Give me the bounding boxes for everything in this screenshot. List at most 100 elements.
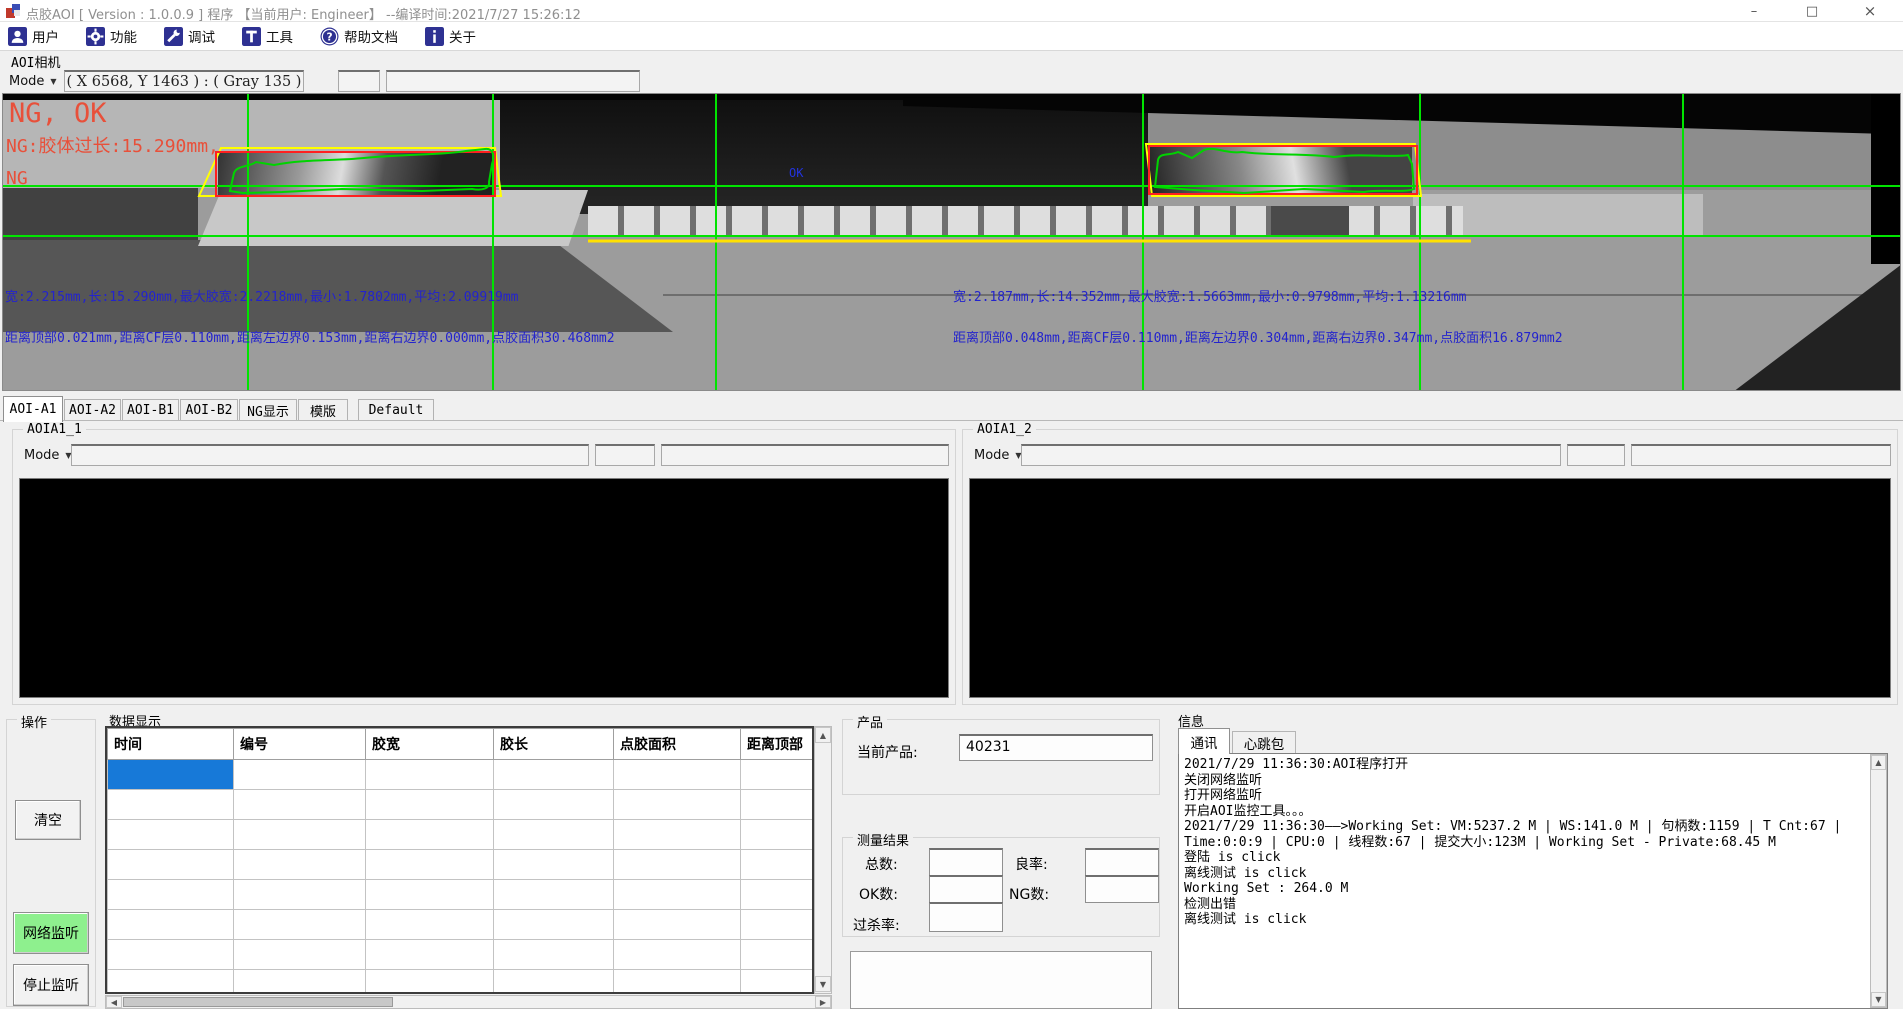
table-cell[interactable] [234, 970, 366, 995]
table-cell[interactable] [741, 970, 813, 995]
table-cell[interactable] [494, 820, 614, 850]
table-cell[interactable] [108, 850, 234, 880]
scroll-up-icon[interactable]: ▲ [1871, 755, 1886, 770]
tab-aoi-b1[interactable]: AOI-B1 [122, 399, 179, 421]
table-cell[interactable] [494, 760, 614, 790]
table-cell[interactable] [741, 790, 813, 820]
tab-comms[interactable]: 通讯 [1178, 728, 1230, 754]
log-scrollbar[interactable]: ▲ ▼ [1870, 754, 1887, 1008]
current-product-label: 当前产品: [857, 742, 918, 762]
toolbar-item-user[interactable]: 用户 [8, 26, 59, 46]
scroll-left-icon[interactable]: ◀ [106, 996, 122, 1008]
table-cell[interactable] [108, 910, 234, 940]
table-cell[interactable] [108, 940, 234, 970]
table-cell[interactable] [741, 940, 813, 970]
table-cell[interactable] [614, 970, 741, 995]
selected-cell[interactable] [108, 760, 234, 790]
table-cell[interactable] [614, 880, 741, 910]
table-cell[interactable] [741, 760, 813, 790]
table-cell[interactable] [614, 910, 741, 940]
table-cell[interactable] [494, 880, 614, 910]
table-cell[interactable] [614, 940, 741, 970]
tab-default[interactable]: Default [358, 399, 434, 421]
wrench-icon [164, 27, 183, 46]
table-cell[interactable] [108, 790, 234, 820]
current-product-field[interactable]: 40231 [959, 734, 1153, 761]
column-header[interactable]: 点胶面积 [614, 729, 741, 760]
table-cell[interactable] [234, 790, 366, 820]
table-cell[interactable] [366, 850, 494, 880]
table-cell[interactable] [366, 820, 494, 850]
table-cell[interactable] [366, 940, 494, 970]
table-cell[interactable] [494, 910, 614, 940]
table-cell[interactable] [494, 940, 614, 970]
table-cell[interactable] [108, 880, 234, 910]
log-area[interactable]: 2021/7/29 11:36:30:AOI程序打开 关闭网络监听 打开网络监听… [1178, 753, 1888, 1009]
table-cell[interactable] [366, 760, 494, 790]
scroll-down-icon[interactable]: ▼ [815, 976, 831, 992]
table-cell[interactable] [494, 970, 614, 995]
scroll-down-icon[interactable]: ▼ [1871, 992, 1886, 1007]
table-cell[interactable] [366, 790, 494, 820]
table-cell[interactable] [366, 880, 494, 910]
scrollbar-thumb[interactable] [123, 997, 393, 1007]
scroll-up-icon[interactable]: ▲ [815, 727, 831, 743]
table-cell[interactable] [234, 820, 366, 850]
table-cell[interactable] [234, 910, 366, 940]
tab-aoi-b2[interactable]: AOI-B2 [180, 399, 238, 421]
table-cell[interactable] [741, 880, 813, 910]
table-cell[interactable] [366, 910, 494, 940]
table-cell[interactable] [614, 790, 741, 820]
table-cell[interactable] [234, 880, 366, 910]
minimize-button[interactable]: – [1731, 0, 1777, 22]
table-vertical-scrollbar[interactable]: ▲ ▼ [814, 726, 832, 994]
panel1-mode-dropdown[interactable]: Mode ▼ [19, 444, 77, 466]
panel1-image-display[interactable] [19, 478, 949, 698]
table-cell[interactable] [741, 820, 813, 850]
column-header[interactable]: 胶长 [494, 729, 614, 760]
column-header[interactable]: 时间 [108, 729, 234, 760]
remarks-box [850, 951, 1152, 1009]
camera-image-viewport[interactable]: NG, OK NG:胶体过长:15.290mm, NG OK 宽:2.215mm… [2, 93, 1901, 391]
panel1-mode-label: Mode [24, 448, 59, 463]
table-cell[interactable] [741, 850, 813, 880]
panel2-image-display[interactable] [969, 478, 1891, 698]
toolbar-item-function[interactable]: 功能 [86, 26, 137, 46]
tab-aoi-a1[interactable]: AOI-A1 [3, 396, 63, 422]
toolbar-item-about[interactable]: 关于 [425, 26, 476, 46]
table-cell[interactable] [234, 940, 366, 970]
column-header[interactable]: 编号 [234, 729, 366, 760]
table-cell[interactable] [494, 850, 614, 880]
table-cell[interactable] [494, 790, 614, 820]
toolbar-item-debug[interactable]: 调试 [164, 26, 215, 46]
table-cell[interactable] [614, 850, 741, 880]
table-cell[interactable] [234, 760, 366, 790]
camera-mode-dropdown[interactable]: Mode ▼ [4, 70, 62, 92]
toolbar-item-tools[interactable]: 工具 [242, 26, 293, 46]
table-cell[interactable] [366, 970, 494, 995]
maximize-button[interactable]: □ [1789, 0, 1835, 22]
table-cell[interactable] [234, 850, 366, 880]
clear-button[interactable]: 清空 [15, 800, 81, 840]
log-line: 2021/7/29 11:36:30——>Working Set: VM:523… [1184, 819, 1865, 835]
ng-flag-text: NG [6, 168, 28, 189]
panel2-mode-dropdown[interactable]: Mode ▼ [969, 444, 1027, 466]
toolbar-item-help[interactable]: ? 帮助文档 [320, 26, 398, 46]
scroll-right-icon[interactable]: ▶ [815, 996, 831, 1008]
table-cell[interactable] [614, 760, 741, 790]
table-horizontal-scrollbar[interactable]: ◀ ▶ [105, 995, 832, 1009]
column-header[interactable]: 胶宽 [366, 729, 494, 760]
table-cell[interactable] [108, 820, 234, 850]
network-listen-button[interactable]: 网络监听 [13, 912, 89, 954]
close-button[interactable]: × [1847, 0, 1893, 22]
tab-heartbeat[interactable]: 心跳包 [1232, 731, 1296, 754]
table-cell[interactable] [614, 820, 741, 850]
tab-ng-display[interactable]: NG显示 [239, 399, 297, 421]
panel-title: AOIA1_1 [23, 422, 86, 437]
table-cell[interactable] [741, 910, 813, 940]
stop-listen-button[interactable]: 停止监听 [13, 964, 89, 1006]
tab-aoi-a2[interactable]: AOI-A2 [64, 399, 121, 421]
table-cell[interactable] [108, 970, 234, 995]
tab-template[interactable]: 模版 [298, 399, 348, 421]
column-header[interactable]: 距离顶部 [741, 729, 813, 760]
